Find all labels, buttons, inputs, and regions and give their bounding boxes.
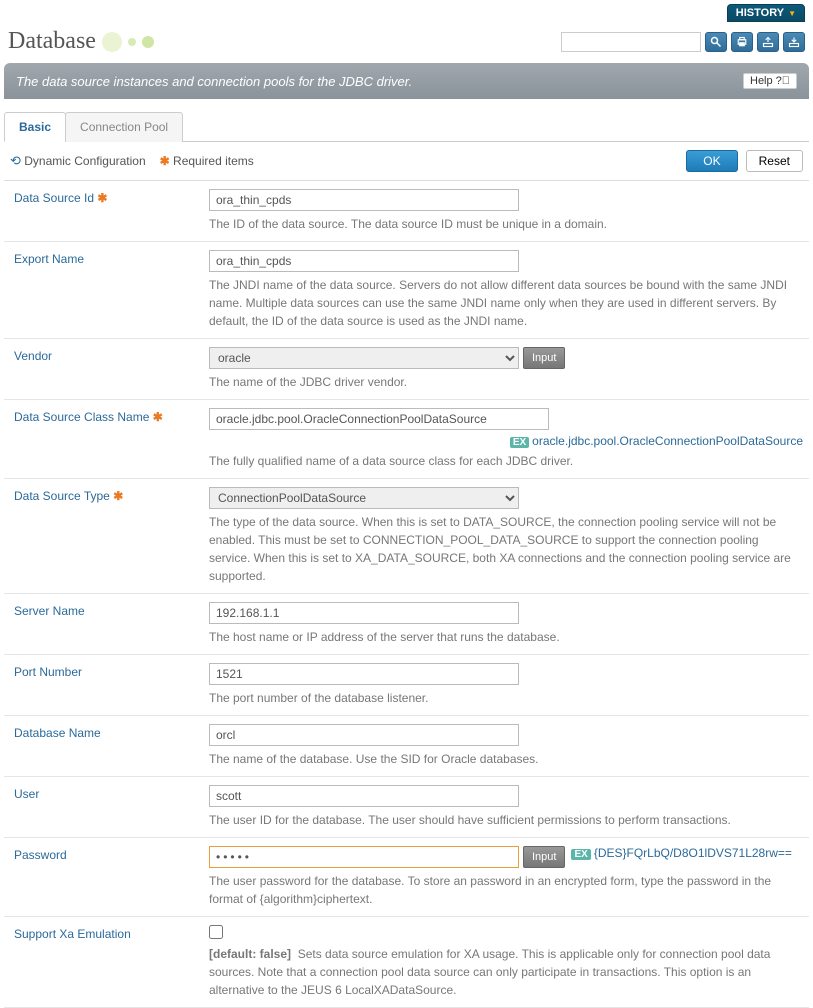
password-hash: EX{DES}FQrLbQ/D8O1lDVS71L28rw== <box>571 846 791 860</box>
desc-port: The port number of the database listener… <box>209 689 803 707</box>
deco-dot-icon <box>128 38 136 46</box>
desc-ds-class: The fully qualified name of a data sourc… <box>209 452 803 470</box>
help-icon: ?⃞ <box>776 75 790 87</box>
help-label: Help <box>750 75 773 87</box>
user-input[interactable] <box>209 785 519 807</box>
refresh-icon: ⟲ <box>10 153 21 168</box>
dynamic-config-link[interactable]: ⟲ Dynamic Configuration <box>10 153 146 169</box>
server-name-input[interactable] <box>209 602 519 624</box>
print-icon <box>736 36 748 48</box>
required-icon: ✱ <box>97 191 107 205</box>
label-user: User <box>14 785 209 829</box>
desc-xa: [default: false] Sets data source emulat… <box>209 945 803 999</box>
banner-text: The data source instances and connection… <box>16 74 412 89</box>
desc-server-name: The host name or IP address of the serve… <box>209 628 803 646</box>
help-button[interactable]: Help ?⃞ <box>743 73 797 89</box>
ex-badge-icon: EX <box>510 437 529 448</box>
required-icon: ✱ <box>113 489 123 503</box>
vendor-select[interactable]: oracle <box>209 347 519 369</box>
port-input[interactable] <box>209 663 519 685</box>
label-db-name: Database Name <box>14 724 209 768</box>
desc-ds-type: The type of the data source. When this i… <box>209 513 803 585</box>
tabbar: Basic Connection Pool <box>4 99 809 142</box>
page-title: Database <box>8 28 96 55</box>
desc-password: The user password for the database. To s… <box>209 872 803 908</box>
import-xml-button[interactable] <box>783 32 805 52</box>
label-export-name: Export Name <box>14 250 209 330</box>
chevron-down-icon: ▼ <box>788 9 796 18</box>
search-icon <box>710 36 722 48</box>
required-legend: ✱ Required items <box>160 154 254 168</box>
label-ds-class: Data Source Class Name ✱ <box>14 408 209 470</box>
label-ds-type: Data Source Type ✱ <box>14 487 209 585</box>
desc-user: The user ID for the database. The user s… <box>209 811 803 829</box>
ok-button[interactable]: OK <box>686 150 737 172</box>
tab-basic[interactable]: Basic <box>4 112 66 142</box>
desc-export-name: The JNDI name of the data source. Server… <box>209 276 803 330</box>
ds-class-example: EXoracle.jdbc.pool.OracleConnectionPoolD… <box>209 434 803 448</box>
export-icon <box>762 36 774 48</box>
import-icon <box>788 36 800 48</box>
password-input-button[interactable]: Input <box>523 846 565 868</box>
deco-dot-icon <box>142 36 154 48</box>
history-label: HISTORY <box>736 7 784 19</box>
reset-button[interactable]: Reset <box>746 150 803 172</box>
search-input[interactable] <box>561 32 701 52</box>
search-button[interactable] <box>705 32 727 52</box>
deco-dot-icon <box>102 32 122 52</box>
tab-connection-pool[interactable]: Connection Pool <box>65 112 183 142</box>
label-password: Password <box>14 846 209 908</box>
vendor-input-button[interactable]: Input <box>523 347 565 369</box>
ds-class-input[interactable] <box>209 408 549 430</box>
banner: The data source instances and connection… <box>4 63 809 99</box>
print-button[interactable] <box>731 32 753 52</box>
label-xa: Support Xa Emulation <box>14 925 209 999</box>
label-port: Port Number <box>14 663 209 707</box>
db-name-input[interactable] <box>209 724 519 746</box>
xa-checkbox[interactable] <box>209 925 223 939</box>
label-data-source-id: Data Source Id ✱ <box>14 189 209 233</box>
data-source-id-input[interactable] <box>209 189 519 211</box>
desc-vendor: The name of the JDBC driver vendor. <box>209 373 803 391</box>
label-server-name: Server Name <box>14 602 209 646</box>
desc-data-source-id: The ID of the data source. The data sour… <box>209 215 803 233</box>
ds-type-select[interactable]: ConnectionPoolDataSource <box>209 487 519 509</box>
export-xml-button[interactable] <box>757 32 779 52</box>
password-input[interactable] <box>209 846 519 868</box>
label-vendor: Vendor <box>14 347 209 391</box>
history-button[interactable]: HISTORY ▼ <box>727 4 805 22</box>
required-icon: ✱ <box>153 410 163 424</box>
export-name-input[interactable] <box>209 250 519 272</box>
required-icon: ✱ <box>160 154 170 168</box>
ex-badge-icon: EX <box>571 849 590 860</box>
desc-db-name: The name of the database. Use the SID fo… <box>209 750 803 768</box>
